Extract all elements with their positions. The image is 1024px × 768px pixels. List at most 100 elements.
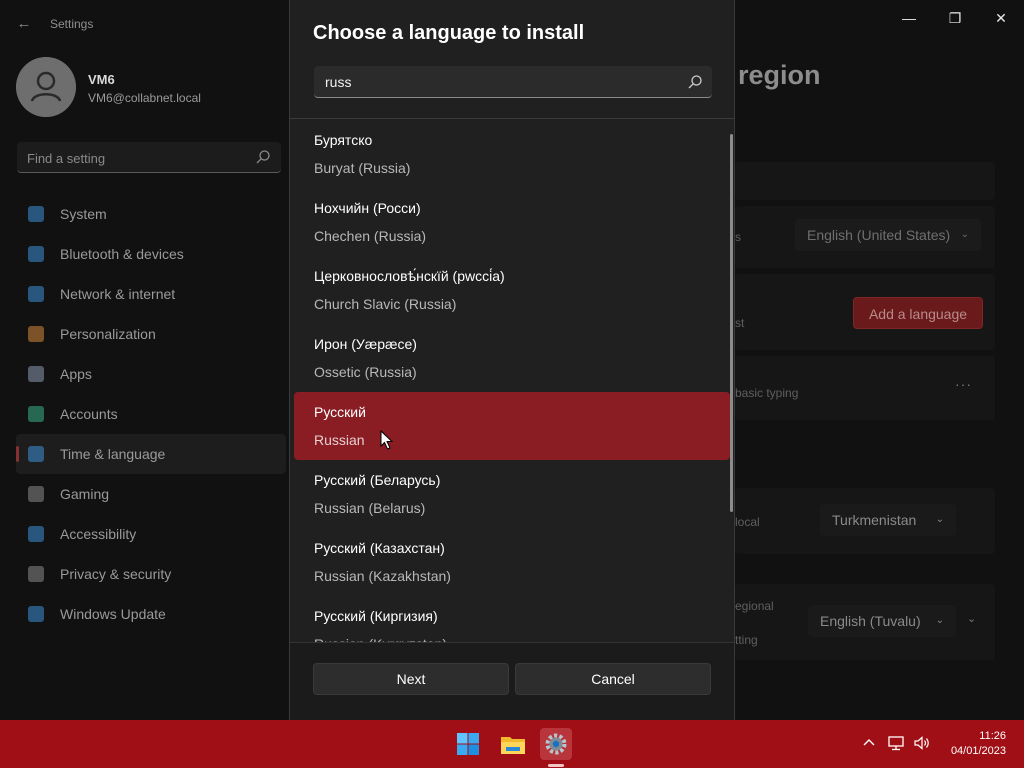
- close-button[interactable]: ✕: [978, 4, 1024, 32]
- paintbrush-icon: [28, 326, 44, 342]
- chevron-down-icon: ⌄: [960, 229, 969, 240]
- language-list-item[interactable]: Русский (Беларусь) Russian (Belarus): [294, 460, 730, 528]
- more-options-icon[interactable]: ···: [955, 376, 972, 392]
- find-setting-box[interactable]: [17, 142, 281, 173]
- system-icon: [28, 206, 44, 222]
- language-search-input[interactable]: [325, 73, 665, 91]
- user-name: VM6: [88, 72, 115, 87]
- clock-time: 11:26: [979, 730, 1006, 742]
- restore-button[interactable]: ❐: [932, 4, 978, 32]
- language-entry-desc: basic typing: [735, 386, 799, 400]
- language-list-item[interactable]: Русский (Киргизия)Russian (Kyrgyzstan): [294, 596, 730, 642]
- sidebar-item-label: Time & language: [60, 446, 166, 462]
- language-english-name: Russian: [314, 432, 365, 448]
- language-search-box[interactable]: [314, 66, 712, 98]
- network-tray-icon[interactable]: [887, 734, 905, 752]
- shield-icon: [28, 566, 44, 582]
- cancel-button[interactable]: Cancel: [515, 663, 711, 695]
- network-icon: [28, 286, 44, 302]
- minimize-button[interactable]: —: [886, 4, 932, 32]
- app-title: Settings: [50, 17, 94, 31]
- sidebar-item-label: Accessibility: [60, 526, 137, 542]
- start-button[interactable]: [452, 728, 484, 760]
- avatar[interactable]: [16, 57, 76, 117]
- language-native-name: Русский: [314, 404, 366, 420]
- sidebar-item-accounts[interactable]: Accounts: [16, 394, 286, 434]
- chevron-up-icon[interactable]: [860, 734, 878, 752]
- language-english-name: Russian (Kazakhstan): [314, 568, 451, 584]
- language-native-name: Нохчийн (Росси): [314, 200, 421, 216]
- file-explorer-button[interactable]: [497, 728, 529, 760]
- accounts-icon: [28, 406, 44, 422]
- regional-format-desc: tting: [735, 633, 758, 647]
- page-title: region: [738, 60, 821, 90]
- language-english-name: Chechen (Russia): [314, 228, 427, 244]
- country-region-label: local: [735, 515, 760, 529]
- next-button[interactable]: Next: [313, 663, 509, 695]
- sidebar-item-time-language[interactable]: Time & language: [16, 434, 286, 474]
- country-region-dropdown[interactable]: Turkmenistan ⌄: [820, 504, 956, 536]
- display-language-dropdown[interactable]: English (United States) ⌄: [795, 219, 981, 251]
- search-icon: [256, 150, 270, 164]
- chevron-down-icon: ⌄: [935, 615, 944, 626]
- sidebar-item-label: Bluetooth & devices: [60, 246, 184, 262]
- language-native-name: Русский (Казахстан): [314, 540, 445, 556]
- language-list-item[interactable]: Русский Russian: [294, 392, 730, 460]
- section-card: [735, 162, 995, 200]
- sidebar-item-personalization[interactable]: Personalization: [16, 314, 286, 354]
- sidebar-item-bluetooth-devices[interactable]: Bluetooth & devices: [16, 234, 286, 274]
- chevron-down-icon: ⌄: [935, 514, 944, 525]
- regional-format-label: egional: [735, 599, 774, 613]
- sidebar-item-label: Accounts: [60, 406, 118, 422]
- find-setting-input[interactable]: [27, 149, 247, 167]
- regional-format-dropdown[interactable]: English (Tuvalu) ⌄: [808, 605, 956, 637]
- search-icon: [688, 75, 702, 89]
- back-arrow-icon[interactable]: ←: [14, 14, 34, 34]
- add-language-button[interactable]: Add a language: [853, 297, 983, 329]
- mouse-cursor-icon: [380, 430, 394, 450]
- language-list-item[interactable]: Русский (Казахстан) Russian (Kazakhstan): [294, 528, 730, 596]
- sidebar-item-label: Apps: [60, 366, 92, 382]
- sidebar-item-label: Network & internet: [60, 286, 176, 302]
- sidebar-item-windows-update[interactable]: Windows Update: [16, 594, 286, 634]
- display-language-value: English (United States): [807, 227, 951, 243]
- settings-app-button[interactable]: [540, 728, 572, 760]
- active-app-indicator: [548, 764, 564, 767]
- language-native-name: Бурятско: [314, 132, 373, 148]
- language-english-name: Buryat (Russia): [314, 160, 411, 176]
- language-english-name: Ossetic (Russia): [314, 364, 417, 380]
- gaming-icon: [28, 486, 44, 502]
- dialog-footer: Next Cancel: [290, 642, 734, 720]
- sidebar-item-accessibility[interactable]: Accessibility: [16, 514, 286, 554]
- volume-icon[interactable]: [913, 734, 931, 752]
- expand-chevron-icon[interactable]: ⌄: [967, 612, 976, 625]
- language-list-item[interactable]: Церковнословѣ́нскїй (рwссі́а) Church Slav…: [294, 256, 730, 324]
- sidebar-item-privacy-security[interactable]: Privacy & security: [16, 554, 286, 594]
- language-english-name: Church Slavic (Russia): [314, 296, 457, 312]
- language-list: Бурятско Buryat (Russia) Нохчийн (Росси) Ch…: [294, 120, 730, 642]
- sidebar-item-network-internet[interactable]: Network & internet: [16, 274, 286, 314]
- sidebar-item-system[interactable]: System: [16, 194, 286, 234]
- apps-icon: [28, 366, 44, 382]
- taskbar: 11:26 04/01/2023: [0, 720, 1024, 768]
- language-native-name: Церковнословѣ́нскїй (рwссі́а): [314, 268, 505, 284]
- display-language-label: s: [735, 230, 741, 244]
- sidebar-item-label: System: [60, 206, 107, 222]
- taskbar-clock[interactable]: 11:26 04/01/2023: [951, 729, 1006, 759]
- dialog-title: Choose a language to install: [313, 22, 585, 44]
- sidebar-item-gaming[interactable]: Gaming: [16, 474, 286, 514]
- language-list-item[interactable]: Ирон (Уæрæсе) Ossetic (Russia): [294, 324, 730, 392]
- language-list-item[interactable]: Бурятско Buryat (Russia): [294, 120, 730, 188]
- choose-language-dialog: Choose a language to install Бурятско Bur…: [289, 0, 735, 720]
- divider: [290, 118, 734, 119]
- clock-date: 04/01/2023: [950, 745, 1006, 757]
- user-silhouette-icon: [16, 57, 76, 117]
- scrollbar[interactable]: [730, 134, 733, 512]
- language-native-name: Русский (Беларусь): [314, 472, 441, 488]
- bluetooth-icon: [28, 246, 44, 262]
- sidebar-item-apps[interactable]: Apps: [16, 354, 286, 394]
- sidebar-nav: System Bluetooth & devices Network & inter…: [16, 194, 286, 634]
- user-email: VM6@collabnet.local: [88, 91, 201, 105]
- accessibility-icon: [28, 526, 44, 542]
- language-list-item[interactable]: Нохчийн (Росси) Chechen (Russia): [294, 188, 730, 256]
